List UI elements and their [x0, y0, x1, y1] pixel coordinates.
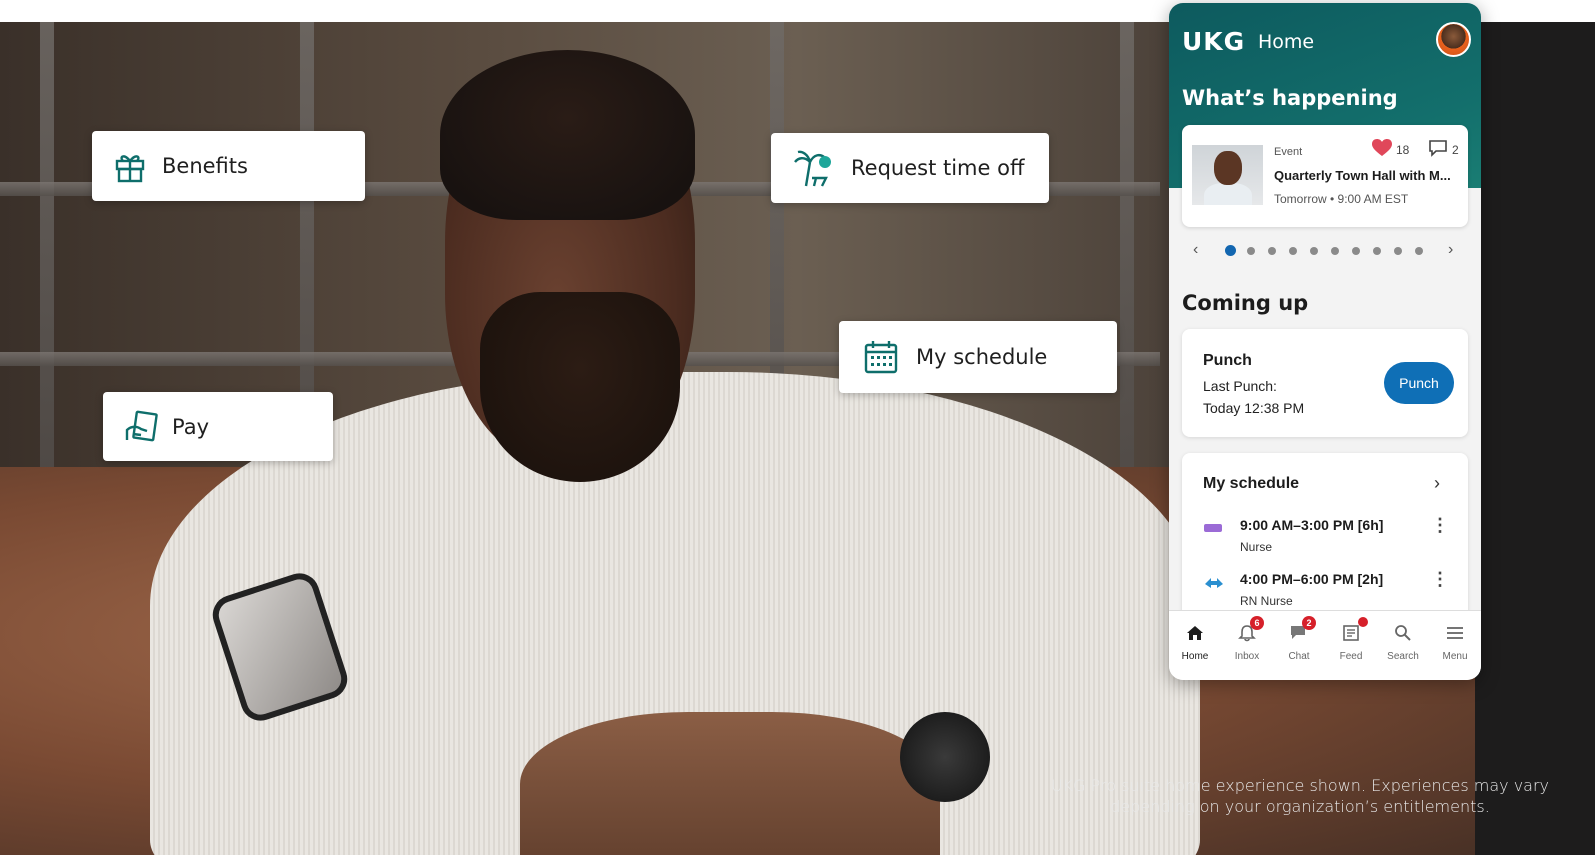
carousel-dot[interactable] [1247, 247, 1255, 255]
carousel-indicator: ‹ › [1169, 241, 1481, 261]
disclaimer-line: depending on your organization’s entitle… [1110, 797, 1490, 816]
shift-role: Nurse [1240, 540, 1273, 554]
shift-bar-icon [1203, 521, 1223, 535]
avatar[interactable] [1436, 22, 1471, 57]
tab-label: Menu [1442, 651, 1468, 662]
tab-inbox[interactable]: 6 Inbox [1221, 611, 1273, 680]
tab-home[interactable]: Home [1169, 611, 1221, 680]
tab-label: Chat [1288, 651, 1310, 662]
carousel-dot[interactable] [1268, 247, 1276, 255]
calendar-icon [851, 339, 911, 375]
carousel-dot[interactable] [1373, 247, 1381, 255]
likes-count: 18 [1396, 142, 1410, 157]
carousel-dot[interactable] [1415, 247, 1423, 255]
last-punch-label: Last Punch: [1203, 378, 1277, 394]
schedule-title: My schedule [1203, 475, 1300, 492]
tab-chat[interactable]: 2 Chat [1273, 611, 1325, 680]
home-icon [1184, 623, 1206, 643]
shelf-post [40, 22, 54, 542]
comments-count: 2 [1452, 142, 1459, 157]
carousel-dot[interactable] [1352, 247, 1360, 255]
dark-backdrop [1475, 22, 1595, 855]
request-time-off-card[interactable]: Request time off [771, 133, 1049, 203]
person-beard [480, 292, 680, 482]
chevron-left-icon[interactable]: ‹ [1193, 241, 1198, 259]
coming-up-heading: Coming up [1182, 291, 1309, 315]
ukg-logo: UKG [1182, 27, 1246, 56]
whats-happening-heading: What’s happening [1182, 86, 1398, 110]
pillow [520, 712, 940, 855]
comments-button[interactable]: 2 [1428, 139, 1459, 160]
tab-label: Inbox [1234, 651, 1260, 662]
feed-badge [1358, 617, 1368, 627]
event-name: Quarterly Town Hall with M... [1274, 168, 1451, 183]
chevron-right-icon[interactable]: › [1448, 241, 1453, 259]
shift-row[interactable]: 4:00 PM–6:00 PM [2h] RN Nurse ⋮ [1203, 569, 1458, 611]
punch-title: Punch [1203, 352, 1252, 369]
heart-icon [1372, 139, 1392, 160]
shelf-post [1120, 22, 1134, 542]
menu-icon [1444, 623, 1466, 643]
benefits-label: Benefits [162, 154, 248, 178]
bottom-tab-bar: Home 6 Inbox 2 Chat Feed Search Menu [1169, 610, 1481, 680]
beach-chair-icon [783, 148, 843, 188]
pay-card[interactable]: Pay [103, 392, 333, 461]
disclaimer-line: UKG Pro suite home experience shown. Exp… [1050, 776, 1550, 795]
app-title: Home [1258, 31, 1315, 53]
feed-icon [1340, 623, 1362, 643]
gift-icon [100, 149, 160, 183]
request-time-off-label: Request time off [851, 156, 1025, 180]
benefits-card[interactable]: Benefits [92, 131, 365, 201]
comment-icon [1428, 139, 1448, 160]
tab-menu[interactable]: Menu [1429, 611, 1481, 680]
carousel-dot[interactable] [1289, 247, 1297, 255]
tab-label: Home [1181, 651, 1209, 662]
wristwatch [900, 712, 990, 802]
likes-button[interactable]: 18 [1372, 139, 1409, 160]
event-card[interactable]: Event Quarterly Town Hall with M... Tomo… [1182, 125, 1468, 227]
search-icon [1392, 623, 1414, 643]
carousel-dot[interactable] [1394, 247, 1402, 255]
carousel-dot[interactable] [1331, 247, 1339, 255]
carousel-dot[interactable] [1310, 247, 1318, 255]
mobile-app-mockup: UKG Home What’s happening Event Quarterl… [1169, 3, 1481, 680]
chevron-right-icon[interactable]: › [1434, 473, 1440, 494]
shift-role: RN Nurse [1240, 594, 1293, 608]
chat-badge: 2 [1302, 616, 1316, 630]
pay-label: Pay [172, 414, 210, 439]
my-schedule-card[interactable]: My schedule [839, 321, 1117, 393]
event-photo [1192, 145, 1263, 205]
punch-card: Punch Last Punch: Today 12:38 PM Punch [1182, 329, 1468, 437]
shift-row[interactable]: 9:00 AM–3:00 PM [6h] Nurse ⋮ [1203, 515, 1458, 557]
schedule-card: My schedule › 9:00 AM–3:00 PM [6h] Nurse… [1182, 453, 1468, 623]
pay-hand-icon [113, 410, 168, 444]
punch-button[interactable]: Punch [1384, 362, 1454, 404]
tab-label: Search [1387, 651, 1419, 662]
tab-search[interactable]: Search [1377, 611, 1429, 680]
inbox-badge: 6 [1250, 616, 1264, 630]
tab-label: Feed [1339, 651, 1363, 662]
last-punch-time: Today 12:38 PM [1203, 400, 1305, 416]
tab-feed[interactable]: Feed [1325, 611, 1377, 680]
more-options-icon[interactable]: ⋮ [1431, 569, 1449, 590]
carousel-dot[interactable] [1225, 245, 1236, 256]
my-schedule-label: My schedule [916, 345, 1048, 369]
event-type: Event [1274, 146, 1303, 158]
event-time: Tomorrow • 9:00 AM EST [1274, 192, 1409, 206]
shift-time: 4:00 PM–6:00 PM [2h] [1240, 571, 1384, 587]
swap-arrows-icon [1203, 575, 1223, 589]
person-hair [440, 50, 695, 220]
disclaimer: UKG Pro suite home experience shown. Exp… [1040, 775, 1560, 817]
more-options-icon[interactable]: ⋮ [1431, 515, 1449, 536]
shift-time: 9:00 AM–3:00 PM [6h] [1240, 517, 1384, 533]
